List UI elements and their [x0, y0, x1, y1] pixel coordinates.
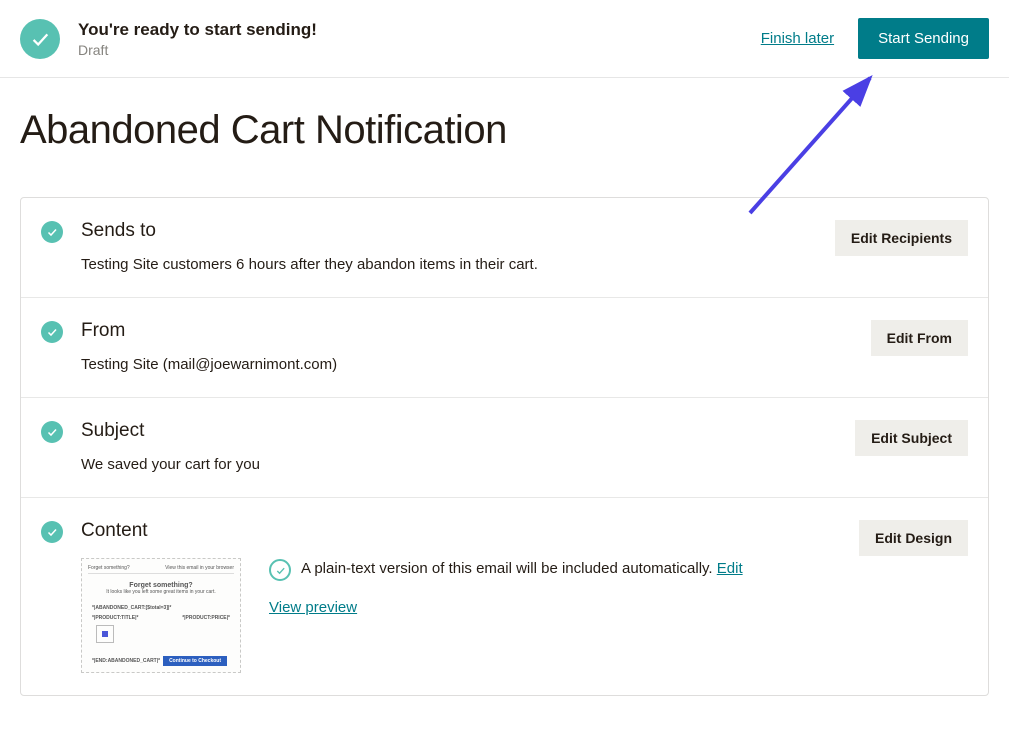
view-preview-link[interactable]: View preview — [269, 599, 357, 616]
thumb-tag: *|END:ABANDONED_CART|* — [92, 658, 160, 664]
plaintext-note: A plain-text version of this email will … — [301, 560, 717, 577]
finish-later-link[interactable]: Finish later — [761, 30, 834, 47]
section-subject: Subject We saved your cart for you Edit … — [21, 398, 988, 498]
content-label: Content — [81, 520, 859, 542]
check-icon — [41, 521, 63, 543]
page-title: Abandoned Cart Notification — [20, 108, 989, 153]
sends-to-label: Sends to — [81, 220, 835, 242]
thumb-tag: *|PRODUCT:PRICE|* — [182, 615, 230, 621]
check-icon — [41, 421, 63, 443]
subject-desc: We saved your cart for you — [81, 454, 855, 475]
section-from: From Testing Site (mail@joewarnimont.com… — [21, 298, 988, 398]
from-label: From — [81, 320, 871, 342]
thumb-headline: Forget something? — [88, 582, 234, 589]
edit-recipients-button[interactable]: Edit Recipients — [835, 220, 968, 256]
header-status: Draft — [78, 42, 761, 58]
header-title: You're ready to start sending! — [78, 20, 761, 40]
header-text: You're ready to start sending! Draft — [78, 20, 761, 58]
setup-card: Sends to Testing Site customers 6 hours … — [20, 197, 989, 696]
thumb-tag: *|PRODUCT:TITLE|* — [92, 615, 138, 621]
thumb-product-box — [96, 625, 114, 643]
edit-from-button[interactable]: Edit From — [871, 320, 968, 356]
check-icon — [41, 321, 63, 343]
thumb-sub: It looks like you left some great items … — [88, 589, 234, 595]
plaintext-note-text: A plain-text version of this email will … — [301, 558, 743, 581]
subject-label: Subject — [81, 420, 855, 442]
header-actions: Finish later Start Sending — [761, 18, 989, 59]
status-check-icon — [20, 19, 60, 59]
email-preview-thumbnail[interactable]: Forget something? View this email in you… — [81, 558, 241, 673]
edit-design-button[interactable]: Edit Design — [859, 520, 968, 556]
thumb-left-hdr: Forget something? — [88, 565, 130, 571]
check-icon — [41, 221, 63, 243]
outline-check-icon — [269, 559, 291, 581]
thumb-tag: *|ABANDONED_CART:[$total=3]|* — [92, 605, 171, 611]
thumb-cta: Continue to Checkout — [163, 656, 227, 666]
sends-to-desc: Testing Site customers 6 hours after the… — [81, 254, 835, 275]
section-sends-to: Sends to Testing Site customers 6 hours … — [21, 198, 988, 298]
main-content: Abandoned Cart Notification Sends to Tes… — [0, 78, 1009, 696]
edit-plaintext-link[interactable]: Edit — [717, 560, 743, 577]
thumb-right-hdr: View this email in your browser — [165, 565, 234, 571]
from-desc: Testing Site (mail@joewarnimont.com) — [81, 354, 871, 375]
section-content: Content Forget something? View this emai… — [21, 498, 988, 695]
start-sending-button[interactable]: Start Sending — [858, 18, 989, 59]
header-bar: You're ready to start sending! Draft Fin… — [0, 0, 1009, 78]
edit-subject-button[interactable]: Edit Subject — [855, 420, 968, 456]
